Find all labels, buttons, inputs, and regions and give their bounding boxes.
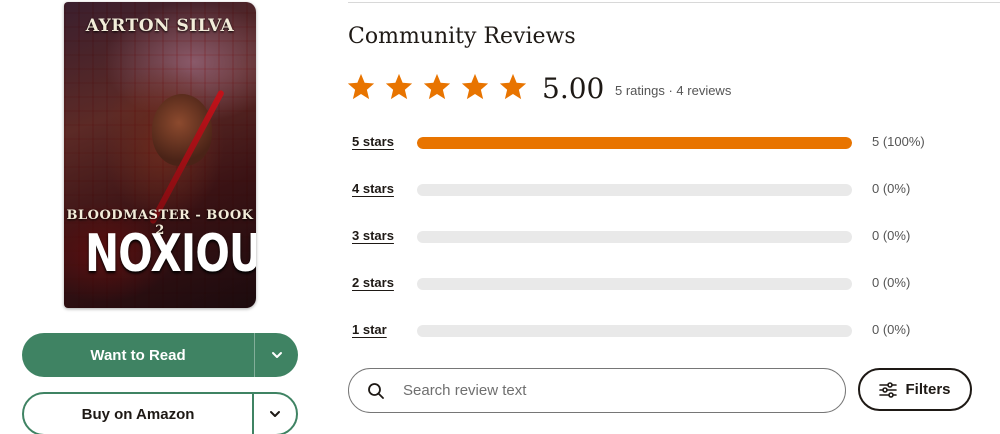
filters-label: Filters <box>905 381 951 398</box>
star-icon <box>347 73 375 100</box>
community-reviews-heading: Community Reviews <box>348 24 576 49</box>
histogram-row-4[interactable]: 4 stars 0 (0%) <box>352 179 992 199</box>
histogram-count: 0 (0%) <box>872 322 911 337</box>
histogram-count: 0 (0%) <box>872 228 911 243</box>
filters-button[interactable]: Filters <box>858 368 972 411</box>
buy-group: Buy on Amazon <box>22 392 298 434</box>
histogram-row-3[interactable]: 3 stars 0 (0%) <box>352 226 992 246</box>
buy-options-dropdown-button[interactable] <box>252 394 296 434</box>
histogram-row-2[interactable]: 2 stars 0 (0%) <box>352 273 992 293</box>
histogram-count: 0 (0%) <box>872 275 911 290</box>
average-rating-stars <box>346 72 528 102</box>
histogram-row-5[interactable]: 5 stars 5 (100%) <box>352 132 992 152</box>
histogram-count: 0 (0%) <box>872 181 911 196</box>
buy-on-amazon-button[interactable]: Buy on Amazon <box>24 394 252 434</box>
cover-title: NOXIOUS <box>85 224 256 284</box>
average-rating-value: 5.00 <box>542 72 605 105</box>
want-to-read-button[interactable]: Want to Read <box>22 333 254 377</box>
histogram-bar-track <box>417 231 852 243</box>
cover-author: AYRTON SILVA <box>85 16 235 36</box>
search-icon <box>368 382 384 399</box>
histogram-label[interactable]: 3 stars <box>352 228 394 243</box>
star-icon <box>461 73 489 100</box>
histogram-label[interactable]: 1 star <box>352 322 387 337</box>
shelf-dropdown-button[interactable] <box>254 333 298 377</box>
histogram-count: 5 (100%) <box>872 134 925 149</box>
review-search-input[interactable] <box>403 382 803 399</box>
rating-count: 5 ratings · 4 reviews <box>615 83 732 98</box>
histogram-bar-track <box>417 325 852 337</box>
histogram-label[interactable]: 5 stars <box>352 134 394 149</box>
histogram-bar-track <box>417 184 852 196</box>
histogram-bar-track <box>417 278 852 290</box>
histogram-row-1[interactable]: 1 star 0 (0%) <box>352 320 992 340</box>
histogram-label[interactable]: 2 stars <box>352 275 394 290</box>
top-divider <box>348 2 1000 3</box>
review-search-box[interactable] <box>348 368 846 413</box>
filters-icon <box>879 381 898 398</box>
book-cover[interactable]: AYRTON SILVA BLOODMASTER - BOOK 2 NOXIOU… <box>64 2 256 308</box>
histogram-bar-track <box>417 137 852 149</box>
star-icon <box>423 73 451 100</box>
chevron-down-icon <box>271 352 282 358</box>
histogram-label[interactable]: 4 stars <box>352 181 394 196</box>
star-icon <box>499 73 527 100</box>
histogram-bar-fill <box>417 137 852 149</box>
want-to-read-group: Want to Read <box>22 333 298 377</box>
chevron-down-icon <box>270 411 280 417</box>
star-icon <box>385 73 413 100</box>
